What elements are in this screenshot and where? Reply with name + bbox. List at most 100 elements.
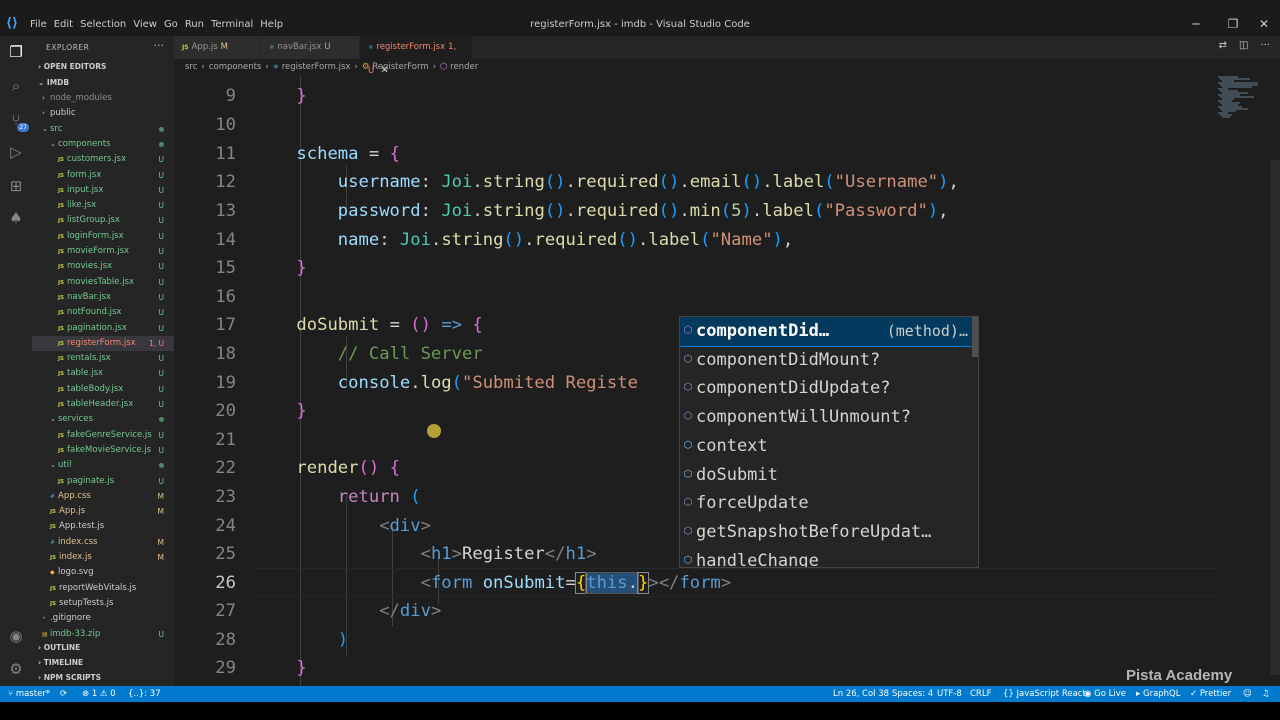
feedback-icon[interactable]: ☺	[1243, 686, 1252, 702]
tree-item[interactable]: JS form.jsx U	[32, 168, 174, 183]
tree-item[interactable]: JS moviesTable.jsx U	[32, 275, 174, 290]
graphql-status[interactable]: ▸ GraphQL	[1136, 686, 1180, 702]
suggestion-item[interactable]: ⬡ componentDidMount?	[680, 346, 978, 375]
suggestion-item[interactable]: ⬡ forceUpdate	[680, 489, 978, 518]
tab-navbar-jsx[interactable]: ⚛ navBar.jsx U	[261, 36, 359, 59]
tree-item[interactable]: JS input.jsx U	[32, 183, 174, 198]
account-icon[interactable]: ◉	[6, 626, 26, 646]
cursor-position[interactable]: Ln 26, Col 38	[833, 686, 889, 702]
code-line: console.log("Submited Registe	[337, 373, 638, 393]
file-status: U	[158, 292, 165, 302]
js-file-icon: JS	[58, 249, 65, 255]
tree-item[interactable]: JS fakeMovieService.js U	[32, 443, 174, 458]
suggestion-item[interactable]: ⬡ componentDidUpdate?	[680, 374, 978, 403]
suggestion-item[interactable]: ⬡ componentWillUnmount?	[680, 403, 978, 432]
tree-item[interactable]: ⌄ src	[32, 122, 174, 137]
tree-item[interactable]: JS movies.jsx U	[32, 259, 174, 274]
tree-item[interactable]: JS notFound.jsx U	[32, 305, 174, 320]
timeline-section[interactable]: › TIMELINE	[32, 656, 174, 670]
language-mode[interactable]: {} JavaScript React	[1003, 686, 1086, 702]
tree-item[interactable]: ⌄ components	[32, 137, 174, 152]
tree-item[interactable]: JS navBar.jsx U	[32, 290, 174, 305]
end-of-line[interactable]: CRLF	[970, 686, 991, 702]
minimap[interactable]	[1214, 76, 1270, 686]
branch-status[interactable]: ⑂ master*	[8, 686, 50, 702]
suggestion-item[interactable]: ⬡ getSnapshotBeforeUpdat…	[680, 518, 978, 547]
tree-item[interactable]: ⌄ util	[32, 458, 174, 473]
close-window-icon[interactable]: ✕	[1254, 15, 1274, 33]
play-icon: ▸	[1136, 689, 1141, 699]
run-debug-icon[interactable]: ▷	[6, 142, 26, 162]
js-file-icon: JS	[58, 218, 65, 225]
tree-item[interactable]: JS App.test.js	[32, 519, 174, 534]
tree-item[interactable]: JS customers.jsx U	[32, 152, 174, 167]
tree-item[interactable]: JS table.jsx U	[32, 366, 174, 381]
tree-item[interactable]: JS setupTests.js	[32, 596, 174, 611]
more-icon[interactable]: ···	[1260, 40, 1270, 51]
notifications-icon[interactable]: ♫	[1262, 686, 1270, 702]
tree-item[interactable]: JS movieForm.jsx U	[32, 244, 174, 259]
encoding[interactable]: UTF-8	[937, 686, 962, 702]
breadcrumb-method[interactable]: render	[450, 62, 478, 72]
search-icon[interactable]: ⌕	[6, 76, 26, 96]
tree-item[interactable]: ◆ logo.svg	[32, 565, 174, 580]
indentation[interactable]: Spaces: 4	[892, 686, 933, 702]
minimize-icon[interactable]: ─	[1186, 15, 1206, 33]
tree-item[interactable]: ⌄ services	[32, 412, 174, 427]
suggestion-item[interactable]: ⬡ context	[680, 432, 978, 461]
extensions-icon[interactable]: ⊞	[6, 176, 26, 196]
tree-item[interactable]: JS like.jsx U	[32, 198, 174, 213]
tree-item[interactable]: JS listGroup.jsx U	[32, 213, 174, 228]
suggestion-item[interactable]: ⬡ componentDid… (method)…	[680, 317, 978, 347]
css-file-icon: #	[50, 492, 56, 500]
settings-gear-icon[interactable]: ⚙	[6, 659, 26, 679]
tree-item[interactable]: JS pagination.jsx U	[32, 321, 174, 336]
tree-item[interactable]: # App.css M	[32, 489, 174, 504]
prettier-status[interactable]: ✓ Prettier	[1190, 686, 1231, 702]
tree-item[interactable]: › node_modules	[32, 91, 174, 106]
tab-registerform-jsx[interactable]: ⚛ registerForm.jsx 1, U ✕	[360, 36, 472, 76]
tree-item[interactable]: JS index.js M	[32, 550, 174, 565]
tree-item[interactable]: JS registerForm.jsx 1, U	[32, 335, 174, 352]
open-editors-section[interactable]: › OPEN EDITORS	[32, 60, 174, 74]
maximize-icon[interactable]: ❐	[1223, 15, 1243, 33]
editor-scrollbar[interactable]	[1270, 160, 1280, 675]
split-editor-icon[interactable]: ◫	[1239, 40, 1248, 51]
breadcrumb-class[interactable]: RegisterForm	[372, 62, 428, 72]
tree-item[interactable]: ▤ imdb-33.zip U	[32, 627, 174, 642]
tree-item[interactable]: JS rentals.jsx U	[32, 351, 174, 366]
react-file-icon: ⚛	[269, 44, 275, 51]
go-live[interactable]: ◉ Go Live	[1084, 686, 1126, 702]
compare-icon[interactable]: ⇄	[1219, 40, 1227, 51]
mongodb-leaf-icon[interactable]: ♠	[6, 208, 26, 228]
tree-item[interactable]: JS reportWebVitals.js	[32, 581, 174, 596]
suggestion-item[interactable]: ⬡ doSubmit	[680, 461, 978, 490]
tree-item[interactable]: JS paginate.js U	[32, 474, 174, 489]
chevron-down-icon: ⌄	[50, 461, 56, 470]
tree-item[interactable]: # index.css M	[32, 535, 174, 550]
tree-item[interactable]: › public	[32, 106, 174, 121]
tree-item[interactable]: JS App.js M	[32, 504, 174, 519]
npm-scripts-section[interactable]: › NPM SCRIPTS	[32, 671, 174, 685]
breadcrumb-src[interactable]: src	[185, 62, 197, 72]
outline-section[interactable]: › OUTLINE	[32, 641, 174, 655]
tree-item[interactable]: JS tableHeader.jsx U	[32, 397, 174, 412]
more-actions-icon[interactable]: ···	[154, 39, 165, 52]
imdb-root-section[interactable]: ⌄ IMDB	[32, 76, 174, 90]
chevron-right-icon: ›	[42, 94, 45, 102]
source-control-icon[interactable]: ⑂ 27	[6, 110, 29, 132]
chevron-right-icon: ›	[38, 673, 42, 682]
file-status: U	[158, 476, 165, 486]
tree-item[interactable]: JS fakeGenreService.js U	[32, 428, 174, 443]
breadcrumb-components[interactable]: components	[209, 62, 262, 72]
suggest-scrollbar[interactable]	[972, 317, 978, 357]
problems-status[interactable]: ⊗ 1 ⚠ 0	[82, 686, 116, 702]
tree-item[interactable]: JS tableBody.jsx U	[32, 382, 174, 397]
sync-icon[interactable]: ⟳	[60, 686, 67, 702]
tree-item[interactable]: JS loginForm.jsx U	[32, 229, 174, 244]
tab-app-js[interactable]: JS App.js M	[174, 36, 260, 59]
suggestion-item[interactable]: ⬡ handleChange	[680, 547, 978, 567]
explorer-icon[interactable]: ❐	[6, 42, 26, 62]
tree-item[interactable]: • .gitignore	[32, 611, 174, 626]
breadcrumb-file[interactable]: registerForm.jsx	[282, 62, 351, 72]
